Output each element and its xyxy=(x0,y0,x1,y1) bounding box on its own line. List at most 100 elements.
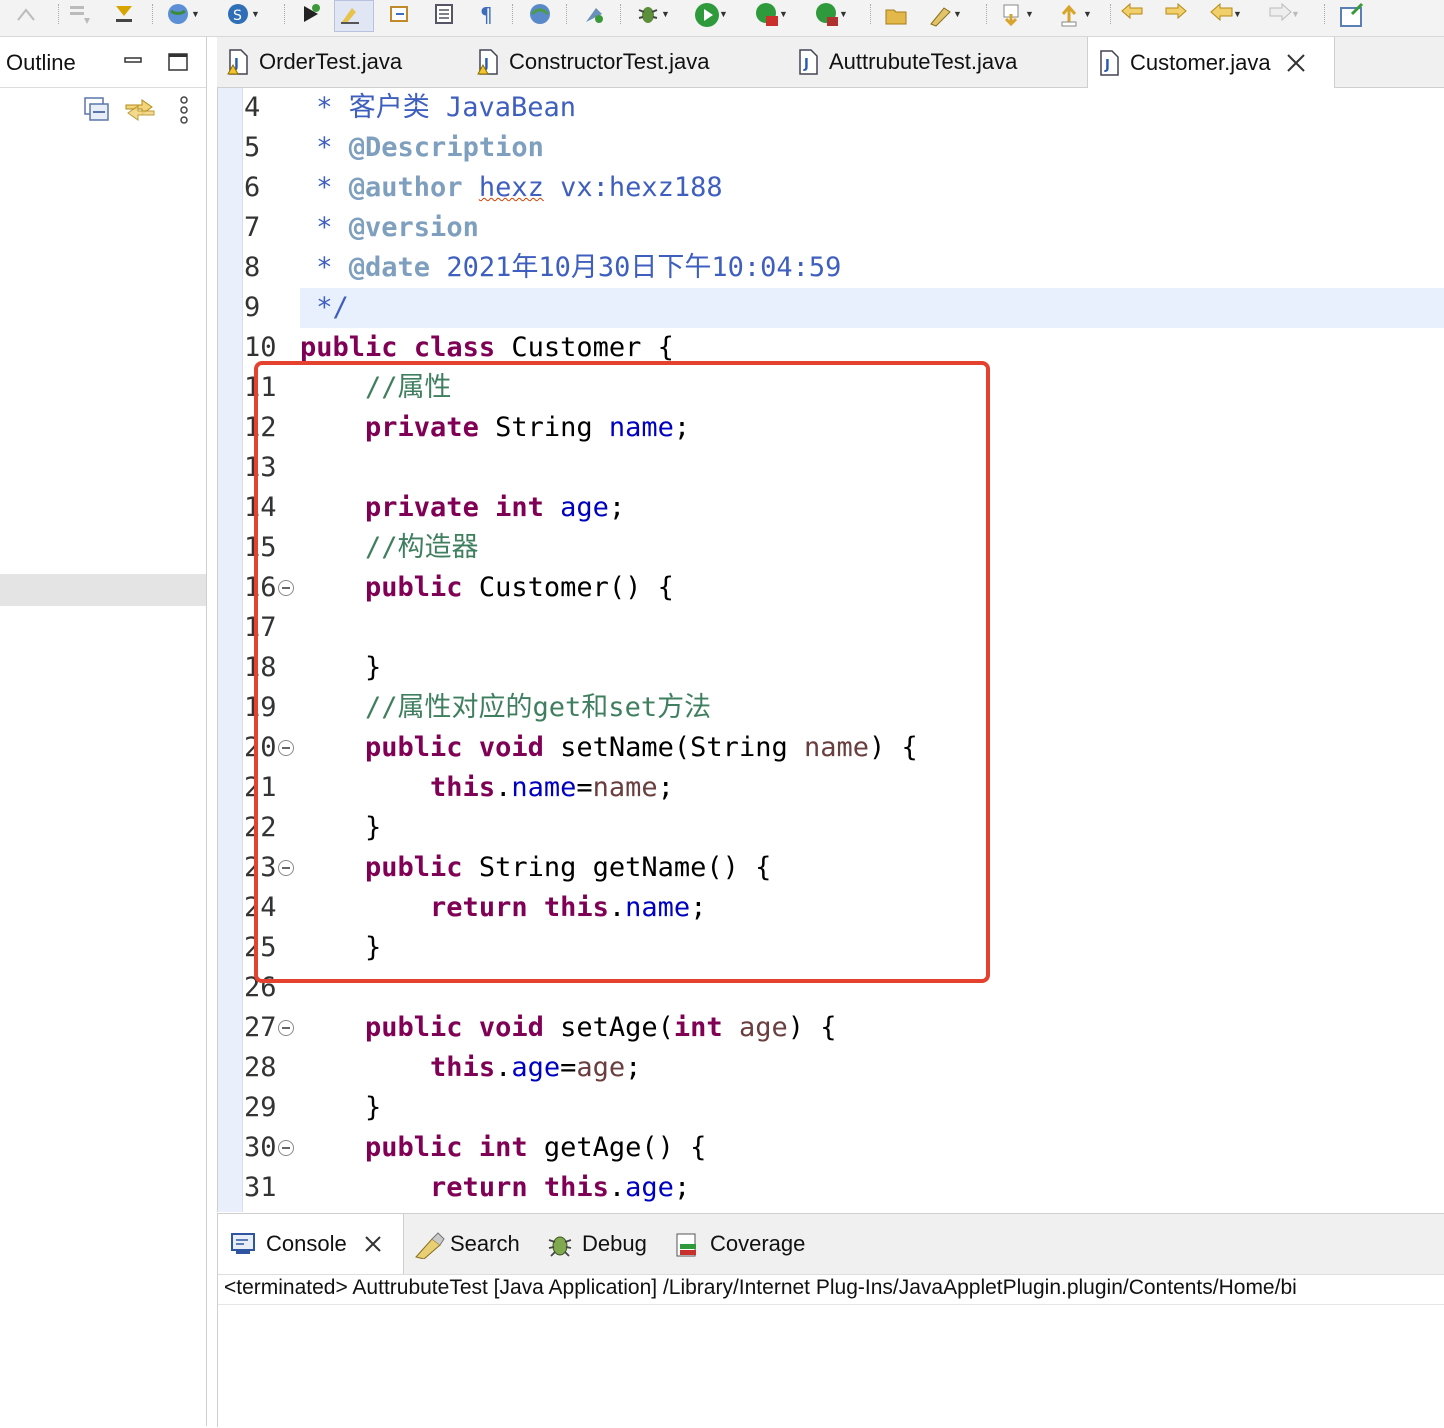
tab-auttrubutetest[interactable]: J AuttrubuteTest.java xyxy=(787,37,1087,87)
code-line[interactable]: public int getAge() { xyxy=(300,1128,1444,1168)
back-button[interactable] xyxy=(1120,0,1144,28)
svg-text:¶: ¶ xyxy=(480,3,493,26)
close-console-tab-button[interactable] xyxy=(363,1234,383,1254)
tab-search[interactable]: Search xyxy=(414,1214,520,1274)
fold-toggle-icon[interactable] xyxy=(278,860,294,876)
outline-selected-row[interactable] xyxy=(0,574,206,606)
previous-edit-button[interactable]: ▼ xyxy=(1058,0,1093,28)
run-last-button[interactable] xyxy=(298,0,322,28)
tab-console[interactable]: Console xyxy=(218,1214,404,1274)
code-line[interactable]: this.age=age; xyxy=(300,1048,1444,1088)
code-line[interactable]: //构造器 xyxy=(300,528,1444,568)
fold-toggle-icon[interactable] xyxy=(278,740,294,756)
code-line[interactable]: private int age; xyxy=(300,488,1444,528)
show-whitespace-button[interactable] xyxy=(432,0,456,28)
line-number: 11 xyxy=(244,372,277,403)
open-folder-button[interactable] xyxy=(884,0,908,28)
code-line[interactable]: this.name=name; xyxy=(300,768,1444,808)
next-edit-button[interactable]: ▼ xyxy=(1000,0,1035,28)
code-line[interactable]: return this.age; xyxy=(300,1168,1444,1208)
minimize-view-button[interactable] xyxy=(122,51,144,73)
profile-run-button[interactable]: ▼ xyxy=(814,0,849,28)
code-line[interactable]: public String getName() { xyxy=(300,848,1444,888)
code-token: vx:hexz188 xyxy=(543,172,723,203)
code-line[interactable]: } xyxy=(300,1088,1444,1128)
fold-toggle-icon[interactable] xyxy=(278,1140,294,1156)
open-declaration-button[interactable] xyxy=(388,0,412,28)
code-editor[interactable]: 4 5 6 7 8 9 10 11 12 13 14 15 16 17 18 19 20 21 22 23 24 25 26… xyxy=(217,88,1444,1212)
external-tools-button[interactable] xyxy=(582,0,606,28)
code-line[interactable]: } xyxy=(300,808,1444,848)
close-tab-button[interactable] xyxy=(1285,52,1307,74)
tab-ordertest[interactable]: J OrderTest.java xyxy=(217,37,467,87)
tab-constructortest[interactable]: J ConstructorTest.java xyxy=(467,37,783,87)
code-line[interactable]: public class Customer { xyxy=(300,328,1444,368)
console-output[interactable] xyxy=(218,1304,1444,1428)
navigate-back-button[interactable]: ▼ xyxy=(1208,0,1243,28)
code-line[interactable]: return this.name; xyxy=(300,888,1444,928)
code-text[interactable]: * 客户类 JavaBean * @Description * @author … xyxy=(300,88,1444,1212)
code-line[interactable] xyxy=(300,968,1444,1008)
forward-button[interactable] xyxy=(1162,0,1187,28)
paragraph-button[interactable]: ¶ xyxy=(476,0,500,28)
navigate-forward-button[interactable]: ▼ xyxy=(1266,0,1301,28)
code-line[interactable]: * @author hexz vx:hexz188 xyxy=(300,168,1444,208)
code-line[interactable] xyxy=(300,608,1444,648)
code-line[interactable]: * @version xyxy=(300,208,1444,248)
code-line[interactable]: public void setAge(int age) { xyxy=(300,1008,1444,1048)
toggle-mark-icon xyxy=(112,2,136,26)
code-token: ) { xyxy=(787,1012,837,1043)
code-line[interactable]: public Customer() { xyxy=(300,568,1444,608)
web-browser-button[interactable]: ▼ xyxy=(166,0,201,28)
code-line[interactable]: } xyxy=(300,928,1444,968)
code-token: . xyxy=(608,1172,626,1203)
debug-button[interactable]: ▼ xyxy=(636,0,671,28)
code-line[interactable]: * 客户类 JavaBean xyxy=(300,88,1444,128)
tab-label: OrderTest.java xyxy=(259,49,403,74)
coverage-run-button[interactable]: ▼ xyxy=(754,0,789,28)
pin-button[interactable] xyxy=(1338,0,1364,28)
run-button[interactable]: ▼ xyxy=(694,0,729,28)
toggle-mark-button[interactable] xyxy=(112,0,136,28)
code-line[interactable]: } xyxy=(300,648,1444,688)
code-line[interactable] xyxy=(300,448,1444,488)
code-token: public xyxy=(365,572,463,603)
code-line[interactable]: public void setName(String name) { xyxy=(300,728,1444,768)
code-token: name xyxy=(511,772,577,803)
view-menu-button[interactable] xyxy=(176,95,192,127)
tab-coverage[interactable]: Coverage xyxy=(674,1214,805,1274)
code-token: name xyxy=(608,412,674,443)
tab-debug[interactable]: Debug xyxy=(546,1214,647,1274)
link-with-editor-button[interactable] xyxy=(124,95,156,125)
line-number: 31 xyxy=(244,1172,277,1203)
line-number: 22 xyxy=(244,812,277,843)
code-line[interactable]: //属性对应的get和set方法 xyxy=(300,688,1444,728)
code-line[interactable]: * @Description xyxy=(300,128,1444,168)
code-token: int xyxy=(673,1012,723,1043)
refactor-button[interactable] xyxy=(14,0,38,28)
code-token: @date xyxy=(348,252,431,283)
code-line[interactable]: */ xyxy=(300,288,1444,328)
code-token: void xyxy=(478,1012,544,1043)
toggle-highlight-button[interactable] xyxy=(334,0,374,32)
code-line[interactable]: private String name; xyxy=(300,408,1444,448)
code-token: void xyxy=(478,732,544,763)
search-button[interactable]: ▼ xyxy=(928,0,963,28)
maximize-view-button[interactable] xyxy=(167,51,189,73)
next-annotation-button[interactable] xyxy=(68,0,92,28)
coverage-icon xyxy=(674,1231,700,1257)
code-token: @Description xyxy=(348,132,544,163)
line-number: 10 xyxy=(244,332,277,363)
code-line[interactable]: * @date 2021年10月30日下午10:04:59 xyxy=(300,248,1444,288)
show-whitespace-icon: ¶ xyxy=(476,2,500,27)
code-line[interactable]: //属性 xyxy=(300,368,1444,408)
collapse-all-button[interactable] xyxy=(84,97,110,123)
fold-toggle-icon[interactable] xyxy=(278,580,294,596)
fold-toggle-icon[interactable] xyxy=(278,1020,294,1036)
tab-customer[interactable]: J Customer.java xyxy=(1087,37,1335,88)
new-server-button[interactable]: S ▼ xyxy=(226,0,261,28)
globe-button[interactable] xyxy=(528,0,552,28)
